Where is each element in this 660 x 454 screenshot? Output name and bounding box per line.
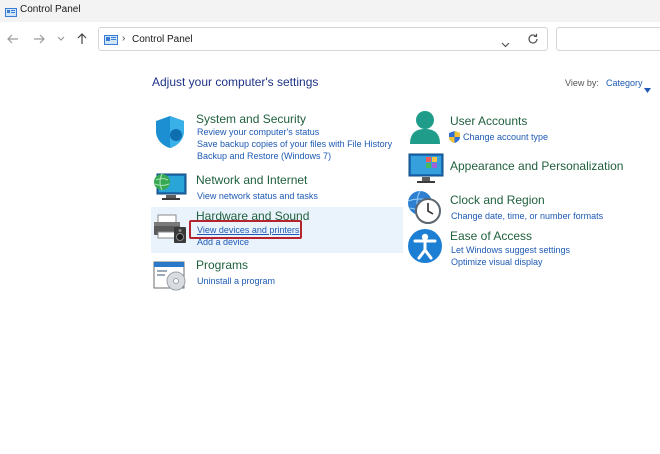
category-title-ease-of-access[interactable]: Ease of Access	[450, 229, 532, 243]
printer-speaker-icon[interactable]	[152, 213, 188, 250]
control-panel-icon	[104, 33, 118, 51]
view-by-dropdown-arrow-icon[interactable]	[644, 80, 651, 98]
breadcrumb-separator-icon: ›	[122, 33, 126, 44]
breadcrumb-control-panel[interactable]: Control Panel	[132, 34, 193, 45]
link-review-computer-status[interactable]: Review your computer's status	[197, 126, 319, 138]
link-uninstall-a-program[interactable]: Uninstall a program	[197, 275, 275, 287]
user-avatar-icon[interactable]	[408, 110, 442, 151]
address-dropdown-chevron-icon[interactable]	[501, 35, 510, 53]
category-title-programs[interactable]: Programs	[196, 258, 248, 272]
search-input[interactable]	[556, 27, 660, 51]
link-change-date-time-number-formats[interactable]: Change date, time, or number formats	[451, 210, 603, 222]
link-optimize-visual-display[interactable]: Optimize visual display	[451, 256, 543, 268]
view-by-dropdown[interactable]: Category	[606, 78, 643, 88]
programs-window-disc-icon[interactable]	[152, 260, 188, 297]
back-arrow-icon[interactable]	[6, 32, 20, 46]
control-panel-icon	[5, 5, 17, 23]
clock-globe-icon[interactable]	[406, 190, 444, 231]
link-let-windows-suggest-settings[interactable]: Let Windows suggest settings	[451, 244, 570, 256]
category-title-network-and-internet[interactable]: Network and Internet	[196, 173, 307, 187]
view-by-label: View by:	[565, 78, 599, 88]
recent-locations-chevron-icon[interactable]	[54, 32, 68, 46]
refresh-icon[interactable]	[527, 32, 539, 50]
navigation-bar: › Control Panel	[0, 22, 660, 56]
security-shield-icon[interactable]	[154, 115, 186, 154]
accessibility-person-icon[interactable]	[407, 228, 443, 269]
address-bar[interactable]: › Control Panel	[98, 27, 548, 51]
category-title-user-accounts[interactable]: User Accounts	[450, 114, 527, 128]
title-bar: Control Panel	[0, 0, 660, 22]
uac-shield-icon	[449, 130, 460, 148]
up-arrow-icon[interactable]	[75, 32, 89, 46]
highlight-box	[189, 220, 302, 239]
category-title-appearance-and-personalization[interactable]: Appearance and Personalization	[450, 159, 623, 173]
network-globe-monitor-icon[interactable]	[152, 171, 188, 208]
link-view-network-status[interactable]: View network status and tasks	[197, 190, 318, 202]
category-title-system-and-security[interactable]: System and Security	[196, 112, 306, 126]
page-title: Adjust your computer's settings	[152, 75, 319, 89]
display-palette-icon[interactable]	[408, 152, 444, 191]
link-save-backup-file-history[interactable]: Save backup copies of your files with Fi…	[197, 138, 392, 150]
forward-arrow-icon[interactable]	[32, 32, 46, 46]
link-change-account-type[interactable]: Change account type	[463, 131, 548, 143]
category-title-clock-and-region[interactable]: Clock and Region	[450, 193, 545, 207]
link-backup-and-restore[interactable]: Backup and Restore (Windows 7)	[197, 150, 331, 162]
window-title: Control Panel	[20, 4, 81, 15]
